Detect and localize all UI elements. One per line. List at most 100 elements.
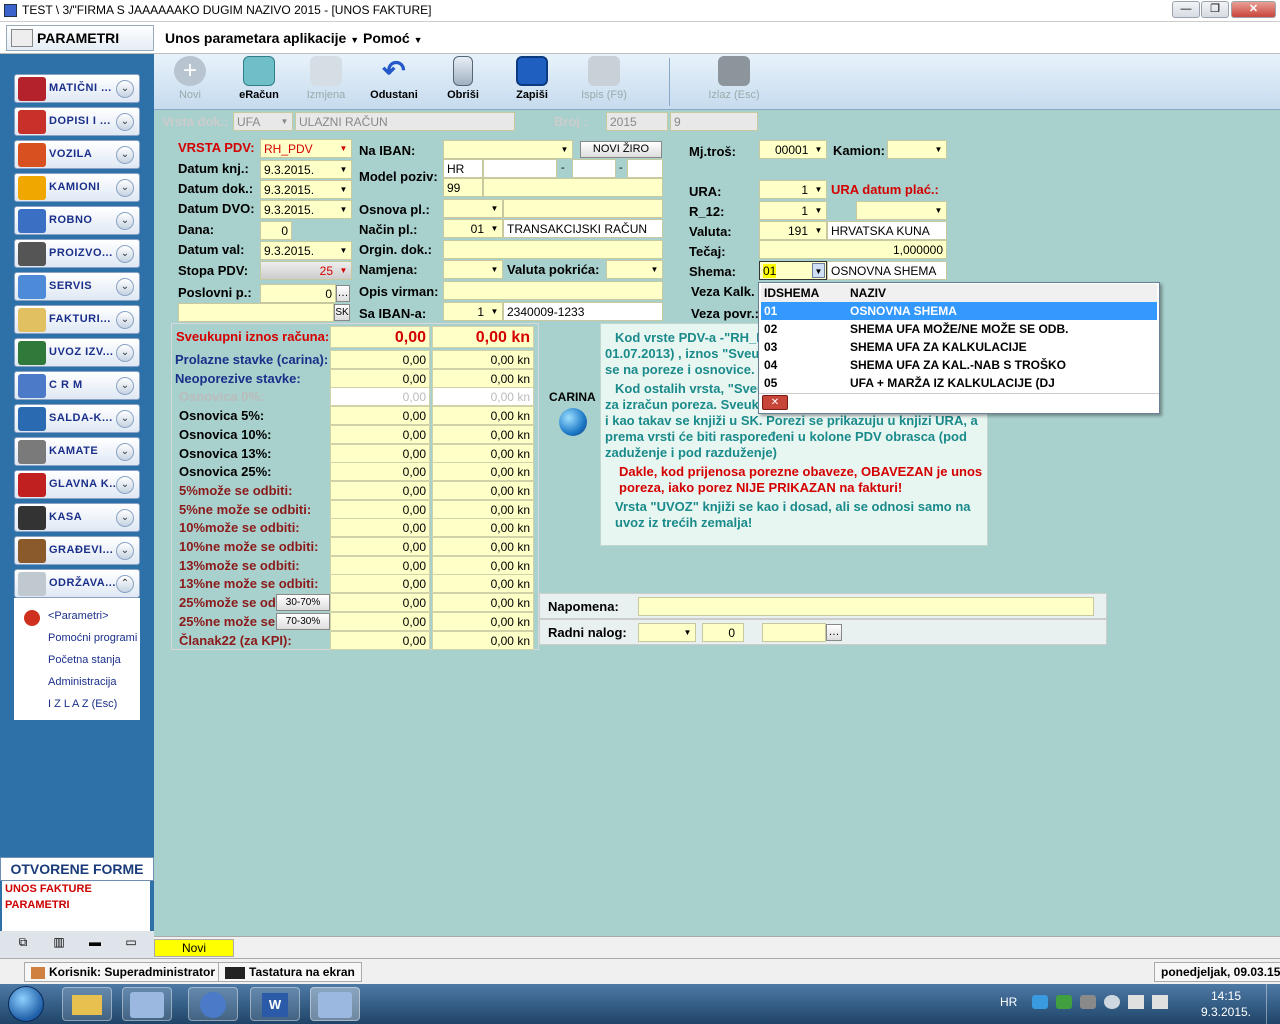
outlook-taskbar-icon[interactable] xyxy=(188,987,238,1021)
sidebar-item[interactable]: VOZILA ⌄ xyxy=(14,140,140,169)
tecaj-field[interactable]: 1,000000 xyxy=(759,240,947,259)
cascade-windows-icon[interactable]: ⧉ xyxy=(12,935,34,953)
tray-icon[interactable] xyxy=(1080,995,1096,1009)
poziv-part1[interactable] xyxy=(483,159,557,178)
model-hr-field[interactable]: HR xyxy=(443,159,483,178)
na-iban-select[interactable]: ▼ xyxy=(443,140,573,159)
chevron-icon[interactable]: ⌄ xyxy=(116,179,134,197)
submenu-izlaz[interactable]: I Z L A Z (Esc) xyxy=(48,698,117,710)
sidebar-item[interactable]: DOPISI I ... ⌄ xyxy=(14,107,140,136)
poziv-part2[interactable] xyxy=(572,159,616,178)
volume-icon[interactable] xyxy=(1152,995,1168,1009)
sa-iban-select[interactable]: 1 ▼ xyxy=(443,302,503,321)
vrsta-dok-code[interactable]: UFA ▼ xyxy=(233,112,293,131)
submenu-pomocni-programi[interactable]: Pomoćni programi xyxy=(48,632,137,644)
chevron-icon[interactable]: ⌄ xyxy=(116,476,134,494)
sidebar-item[interactable]: MATIČNI ... ⌄ xyxy=(14,74,140,103)
tray-icon[interactable] xyxy=(1104,995,1120,1009)
chevron-icon[interactable]: ⌄ xyxy=(116,443,134,461)
app-taskbar-icon[interactable] xyxy=(122,987,172,1021)
word-taskbar-icon[interactable]: W xyxy=(250,987,300,1021)
window-icon[interactable]: ▭ xyxy=(120,935,142,953)
ura-select[interactable]: 1 ▼ xyxy=(759,180,827,199)
izlaz-button[interactable]: Izlaz (Esc) xyxy=(702,56,766,108)
poziv-part3[interactable] xyxy=(627,159,663,178)
sidebar-item[interactable]: UVOZ IZV... ⌄ xyxy=(14,338,140,367)
chevron-icon[interactable]: ⌄ xyxy=(116,212,134,230)
show-desktop-button[interactable] xyxy=(1266,984,1280,1024)
radni-nalog-field[interactable] xyxy=(762,623,826,642)
tray-icon[interactable] xyxy=(1056,995,1072,1009)
poslovni-p-field[interactable]: 0 xyxy=(260,284,336,303)
open-form-item[interactable]: PARAMETRI xyxy=(2,897,150,913)
sidebar-item[interactable]: ODRŽAVA... ⌃ xyxy=(14,569,140,598)
close-button[interactable]: ✕ xyxy=(1231,1,1276,18)
izmjena-button[interactable]: Izmjena xyxy=(300,56,352,108)
parametri-tab[interactable]: PARAMETRI xyxy=(6,25,154,51)
maximize-button[interactable]: ❐ xyxy=(1201,1,1229,18)
shema-option[interactable]: 01 OSNOVNA SHEMA xyxy=(761,302,1157,320)
shema-option[interactable]: 02 SHEMA UFA MOŽE/NE MOŽE SE ODB. xyxy=(761,320,1157,338)
sidebar-item[interactable]: ROBNO ⌄ xyxy=(14,206,140,235)
submenu-parametri[interactable]: <Parametri> xyxy=(48,610,109,622)
menu-pomoc[interactable]: Pomoć ▼ xyxy=(363,30,423,46)
shema-option[interactable]: 05 UFA + MARŽA IZ KALKULACIJE (DJ xyxy=(761,374,1157,392)
eracun-button[interactable]: eRačun xyxy=(234,56,284,108)
sidebar-item[interactable]: C R M ⌄ xyxy=(14,371,140,400)
submenu-administracija[interactable]: Administracija xyxy=(48,676,116,688)
ratio-button[interactable]: 70-30% xyxy=(276,612,330,630)
datum-val-field[interactable]: 9.3.2015. ▼ xyxy=(260,241,352,260)
opis-virman-field[interactable] xyxy=(443,281,663,300)
clock-time[interactable]: 14:15 xyxy=(1196,989,1256,1003)
shema-option[interactable]: 03 SHEMA UFA ZA KALKULACIJE xyxy=(761,338,1157,356)
tray-icon[interactable] xyxy=(1032,995,1048,1009)
dana-field[interactable]: 0 xyxy=(260,221,292,240)
keyboard-panel[interactable]: Tastatura na ekran xyxy=(218,962,362,982)
close-icon[interactable]: ✕ xyxy=(762,395,788,410)
language-indicator[interactable]: HR xyxy=(1000,995,1017,1009)
broj-year-spinner[interactable]: 2015 xyxy=(606,112,668,131)
chevron-icon[interactable]: ⌄ xyxy=(116,146,134,164)
sidebar-item[interactable]: KAMIONI ⌄ xyxy=(14,173,140,202)
shema-select[interactable]: 01 ▼ xyxy=(759,261,827,280)
kamion-select[interactable]: ▼ xyxy=(887,140,947,159)
tile-vertical-icon[interactable]: ▥ xyxy=(48,935,70,953)
broj-number[interactable]: 9 xyxy=(670,112,758,131)
open-form-item[interactable]: UNOS FAKTURE xyxy=(2,881,150,897)
chevron-icon[interactable]: ⌄ xyxy=(116,245,134,263)
explorer-taskbar-icon[interactable] xyxy=(62,987,112,1021)
minimize-all-icon[interactable]: ▬ xyxy=(84,935,106,953)
datum-knj-field[interactable]: 9.3.2015. ▼ xyxy=(260,160,352,179)
sidebar-item[interactable]: GRAĐEVI... ⌄ xyxy=(14,536,140,565)
active-app-taskbar-icon[interactable] xyxy=(310,987,360,1021)
sidebar-item[interactable]: SALDA-K... ⌄ xyxy=(14,404,140,433)
valuta-select[interactable]: 191 ▼ xyxy=(759,221,827,240)
globe-icon[interactable] xyxy=(559,408,587,436)
sidebar-item[interactable]: KAMATE ⌄ xyxy=(14,437,140,466)
novi-ziro-button[interactable]: NOVI ŽIRO xyxy=(580,141,662,158)
chevron-icon[interactable]: ⌄ xyxy=(116,311,134,329)
chevron-icon[interactable]: ⌃ xyxy=(116,575,134,593)
datum-dvo-field[interactable]: 9.3.2015. ▼ xyxy=(260,200,352,219)
sidebar-item[interactable]: KASA ⌄ xyxy=(14,503,140,532)
chevron-icon[interactable]: ⌄ xyxy=(116,377,134,395)
chevron-icon[interactable]: ⌄ xyxy=(116,410,134,428)
sidebar-item[interactable]: PROIZVO... ⌄ xyxy=(14,239,140,268)
nacin-pl-select[interactable]: 01 ▼ xyxy=(443,219,503,238)
novi-button[interactable]: + Novi xyxy=(168,56,212,108)
mj-tros-select[interactable]: 00001 ▼ xyxy=(759,140,827,159)
start-button[interactable] xyxy=(8,986,44,1022)
clock-date[interactable]: 9.3.2015. xyxy=(1196,1005,1256,1019)
sidebar-item[interactable]: FAKTURI... ⌄ xyxy=(14,305,140,334)
radni-nalog-browse-button[interactable]: … xyxy=(826,624,842,641)
chevron-icon[interactable]: ⌄ xyxy=(116,113,134,131)
network-icon[interactable] xyxy=(1128,995,1144,1009)
chevron-icon[interactable]: ⌄ xyxy=(116,509,134,527)
vrsta-pdv-select[interactable]: RH_PDV ▼ xyxy=(260,139,352,158)
sk-button[interactable]: SK xyxy=(334,304,350,321)
radni-nalog-spinner[interactable]: 0 xyxy=(702,623,744,642)
ura-datum-select[interactable]: ▼ xyxy=(856,201,947,220)
minimize-button[interactable]: — xyxy=(1172,1,1200,18)
zapisi-button[interactable]: Zapiši xyxy=(510,56,554,108)
obrisi-button[interactable]: Obriši xyxy=(440,56,486,108)
